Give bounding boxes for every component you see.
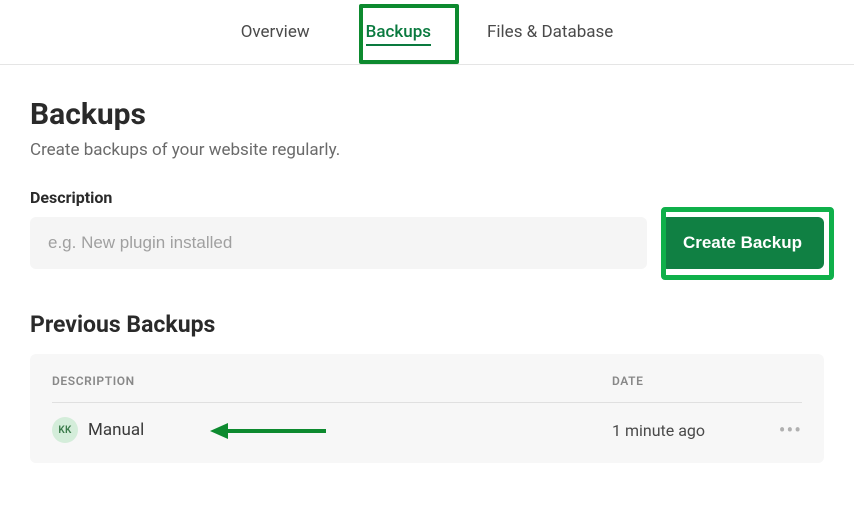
- active-tab-indicator: [366, 44, 431, 46]
- tab-label: Backups: [366, 22, 431, 42]
- backup-table-header: DESCRIPTION DATE: [52, 374, 802, 403]
- main-content: Backups Create backups of your website r…: [0, 65, 854, 483]
- tab-backups[interactable]: Backups: [358, 0, 439, 64]
- create-backup-row: Create Backup: [30, 217, 824, 269]
- table-row: KK Manual 1 minute ago •••: [52, 403, 802, 443]
- description-label: Description: [30, 188, 824, 207]
- column-header-description: DESCRIPTION: [52, 374, 612, 388]
- avatar: KK: [52, 417, 78, 443]
- description-input[interactable]: [30, 217, 647, 269]
- column-header-date: DATE: [612, 374, 802, 388]
- previous-backups-card: DESCRIPTION DATE KK Manual 1 minute ago …: [30, 354, 824, 463]
- tab-overview[interactable]: Overview: [233, 0, 318, 64]
- more-icon: •••: [779, 418, 802, 442]
- previous-backups-title: Previous Backups: [30, 311, 824, 338]
- row-date-cell: 1 minute ago: [612, 421, 762, 440]
- tabs-nav: Overview Backups Files & Database: [0, 0, 854, 65]
- row-description-text: Manual: [88, 420, 144, 440]
- page-title: Backups: [30, 97, 824, 132]
- page-subtitle: Create backups of your website regularly…: [30, 140, 824, 160]
- row-description-cell: KK Manual: [52, 417, 612, 443]
- row-actions-button[interactable]: •••: [762, 418, 802, 442]
- tab-files-database[interactable]: Files & Database: [479, 0, 621, 64]
- create-backup-button[interactable]: Create Backup: [661, 217, 824, 269]
